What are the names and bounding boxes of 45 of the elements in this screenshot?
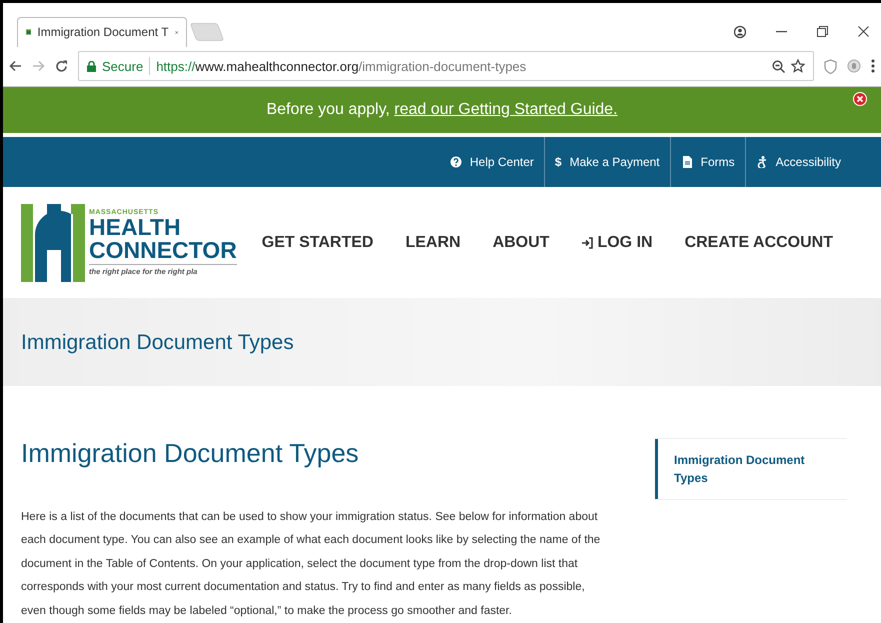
zoom-icon[interactable] bbox=[772, 60, 785, 73]
profile-icon[interactable] bbox=[734, 24, 746, 39]
tab-title: Immigration Document T bbox=[37, 24, 169, 42]
utility-link[interactable]: Help Center bbox=[440, 136, 544, 187]
minimize-icon[interactable] bbox=[776, 30, 787, 33]
page-title: Immigration Document Types bbox=[21, 330, 294, 356]
logo-title: CONNECTOR bbox=[89, 239, 237, 266]
intro-paragraph: Here is a list of the documents that can be used to show your immigration status. See below for information about each document type. You can also see an example of what each document looks like by selecting the name of the document in the Table of Contents. On your application, select the document type from the drop-down list that corresponds with your most current documentation and status. Try to find and enter as many fields as possible, even though some fields may be labeled “optional,” to make the process go smoother and faster. bbox=[21, 510, 602, 618]
document-icon bbox=[680, 156, 693, 168]
utility-link-label: Accessibility bbox=[776, 154, 841, 171]
logo-title: HEALTH bbox=[89, 216, 182, 240]
nav-link[interactable]: GET STARTED bbox=[262, 230, 374, 255]
accessibility-icon bbox=[756, 156, 768, 168]
reload-icon[interactable] bbox=[55, 60, 68, 73]
lock-icon bbox=[87, 60, 96, 72]
star-icon[interactable] bbox=[791, 59, 805, 74]
logo-icon bbox=[21, 204, 85, 282]
browser-tab[interactable]: Immigration Document T bbox=[17, 16, 187, 47]
url-text: https://www.mahealthconnector.org/immigration-document-types bbox=[156, 58, 526, 76]
close-icon[interactable] bbox=[858, 26, 869, 38]
utility-link[interactable]: $ Make a Payment bbox=[544, 136, 670, 187]
utility-link-label: Make a Payment bbox=[570, 154, 660, 171]
nav-link-label: LOG IN bbox=[597, 232, 653, 253]
login-icon bbox=[581, 236, 594, 249]
nav-link[interactable]: LEARN bbox=[405, 230, 461, 255]
getting-started-link[interactable]: read our Getting Started Guide. bbox=[394, 100, 618, 118]
extension-icon[interactable] bbox=[847, 59, 861, 74]
secure-label: Secure bbox=[102, 58, 144, 76]
restore-icon[interactable] bbox=[817, 26, 828, 38]
back-icon[interactable] bbox=[9, 60, 22, 72]
utility-link[interactable]: Forms bbox=[670, 136, 745, 187]
page-heading: Immigration Document Types bbox=[21, 438, 360, 470]
dollar-icon: $ bbox=[554, 152, 562, 171]
utility-link-label: Forms bbox=[700, 154, 735, 171]
address-bar[interactable]: Secure https://www.mahealthconnector.org/immigration-document-types bbox=[78, 51, 814, 82]
shield-icon[interactable] bbox=[824, 58, 837, 74]
utility-link[interactable]: Accessibility bbox=[744, 136, 851, 187]
help-icon bbox=[450, 156, 462, 168]
menu-icon[interactable] bbox=[871, 59, 875, 74]
nav-link[interactable]: LOG IN bbox=[581, 230, 653, 255]
nav-link[interactable]: CREATE ACCOUNT bbox=[684, 230, 833, 255]
toc-link[interactable]: Immigration Document Types bbox=[655, 439, 847, 500]
utility-link-label: Help Center bbox=[470, 154, 534, 171]
nav-link[interactable]: ABOUT bbox=[492, 230, 550, 255]
banner-text: Before you apply, read our Getting Started Guide. bbox=[266, 100, 618, 120]
